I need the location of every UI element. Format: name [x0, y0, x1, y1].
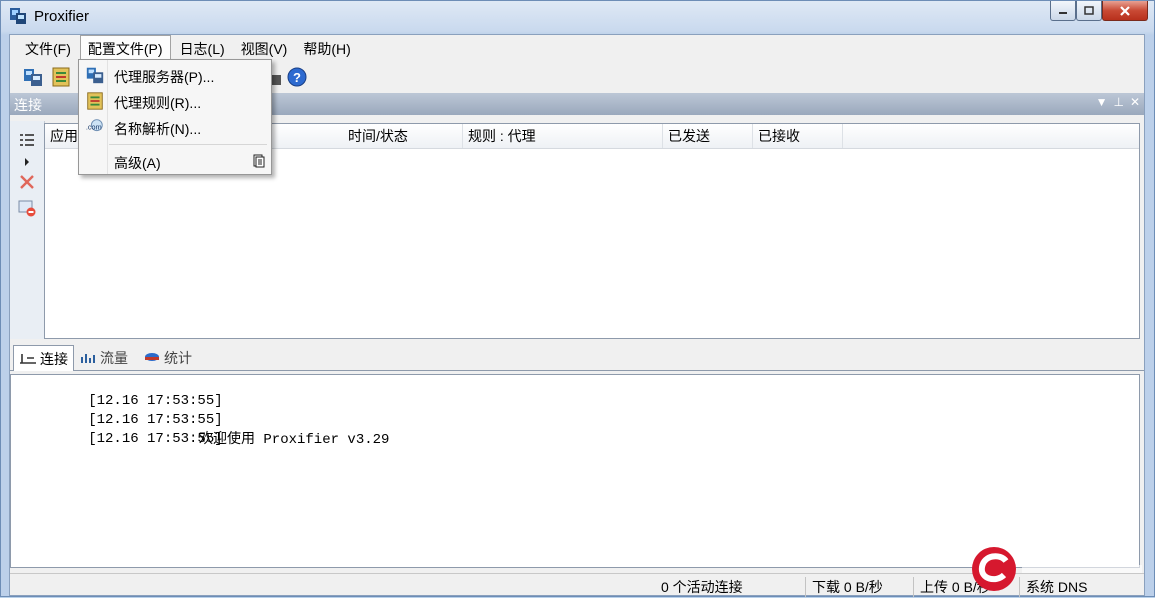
log-line: [12.16 17:53:55] — [21, 377, 222, 409]
help-icon[interactable]: ? — [286, 66, 308, 88]
menu-item-label: 名称解析(N)... — [114, 121, 202, 137]
window-title: Proxifier — [34, 8, 90, 25]
caption-buttons — [1050, 1, 1148, 23]
panel-pin-icon[interactable]: ⊥ — [1113, 95, 1123, 109]
menu-item-label: 代理服务器(P)... — [114, 69, 215, 85]
log-line: [12.16 17:53:55] 欢迎使用 Proxifier v3.29 — [21, 396, 389, 448]
expand-arrow-icon[interactable] — [18, 153, 36, 171]
traffic-chart-icon — [81, 353, 95, 363]
panel-buttons: ▼ ⊥ ✕ — [1096, 95, 1140, 109]
proxifier-app-icon — [10, 8, 26, 24]
maximize-button[interactable] — [1076, 1, 1102, 21]
tab-connections[interactable]: 连接 — [13, 345, 74, 371]
log-line: [12.16 17:53:55] — [21, 415, 222, 447]
menu-item-label: 高级(A) — [114, 155, 161, 171]
menu-bar: 文件(F) 配置文件(P) 日志(L) 视图(V) 帮助(H) — [10, 35, 1144, 61]
menu-item-advanced[interactable]: 高级(A) — [81, 148, 269, 174]
column-sent[interactable]: 已发送 — [663, 124, 753, 148]
svg-text:.com: .com — [86, 123, 102, 132]
app-window: Proxifier 文件(F) 配置文件(P) 日志(L) 视图(V) 帮助(H… — [0, 0, 1155, 597]
block-window-icon[interactable] — [18, 199, 36, 217]
status-active-connections: 0 个活动连接 — [661, 579, 743, 595]
proxy-servers-icon — [86, 67, 104, 84]
column-rule-proxy[interactable]: 规则 : 代理 — [463, 124, 663, 148]
statistics-icon — [145, 352, 159, 361]
tab-traffic[interactable]: 流量 — [74, 345, 133, 370]
bottom-tabs: 连接 流量 统计 — [10, 342, 1144, 371]
menu-item-proxy-servers[interactable]: 代理服务器(P)... — [81, 62, 269, 88]
status-download: 下载 0 B/秒 — [805, 577, 913, 597]
minimize-icon — [1059, 11, 1067, 14]
menu-file[interactable]: 文件(F) — [18, 35, 78, 57]
tab-label: 统计 — [164, 349, 192, 366]
log-message: 欢迎使用 Proxifier v3.29 — [199, 432, 390, 448]
status-upload: 上传 0 B/秒 — [913, 577, 1019, 597]
list-view-icon[interactable] — [18, 131, 36, 149]
menu-profile[interactable]: 配置文件(P) — [79, 35, 171, 60]
column-time-status[interactable]: 时间/状态 — [343, 124, 463, 148]
close-connection-icon[interactable] — [18, 173, 36, 191]
connections-tab-icon — [20, 353, 36, 364]
menu-separator — [109, 144, 267, 145]
log-panel[interactable]: [12.16 17:53:55] [12.16 17:53:55] 欢迎使用 P… — [10, 374, 1140, 568]
minimize-button[interactable] — [1050, 1, 1076, 21]
proxy-rules-icon[interactable] — [50, 66, 72, 88]
menu-help[interactable]: 帮助(H) — [296, 35, 357, 57]
maximize-icon — [1084, 5, 1094, 15]
panel-close-icon[interactable]: ✕ — [1130, 95, 1140, 109]
submenu-arrow-icon — [253, 154, 265, 168]
menu-item-label: 代理规则(R)... — [114, 95, 202, 111]
proxy-servers-icon[interactable] — [22, 66, 44, 88]
menu-item-name-resolution[interactable]: .com 名称解析(N)... — [81, 114, 269, 140]
name-resolution-icon: .com — [86, 119, 103, 132]
close-icon — [1120, 5, 1130, 16]
profile-dropdown-menu: 代理服务器(P)... 代理规则(R)... .com 名称解析(N)... 高… — [78, 59, 272, 175]
tab-label: 流量 — [100, 349, 128, 366]
panel-dropdown-icon[interactable]: ▼ — [1096, 95, 1108, 109]
column-received[interactable]: 已接收 — [753, 124, 843, 148]
menu-log[interactable]: 日志(L) — [173, 35, 232, 57]
close-button[interactable] — [1102, 1, 1148, 21]
menu-view[interactable]: 视图(V) — [234, 35, 295, 57]
tab-label: 连接 — [40, 350, 68, 367]
menu-item-proxy-rules[interactable]: 代理规则(R)... — [81, 88, 269, 114]
log-time: [12.16 17:53:55] — [88, 431, 223, 447]
panel-title: 连接 — [14, 97, 42, 113]
status-dns: 系统 DNS — [1019, 577, 1139, 597]
status-bar: 0 个活动连接 下载 0 B/秒 上传 0 B/秒 系统 DNS — [10, 573, 1144, 598]
tab-statistics[interactable]: 统计 — [138, 345, 197, 370]
svg-text:?: ? — [293, 70, 301, 85]
title-bar[interactable]: Proxifier — [1, 1, 1154, 33]
proxy-rules-icon — [87, 92, 103, 110]
connection-side-toolbar — [10, 121, 45, 339]
